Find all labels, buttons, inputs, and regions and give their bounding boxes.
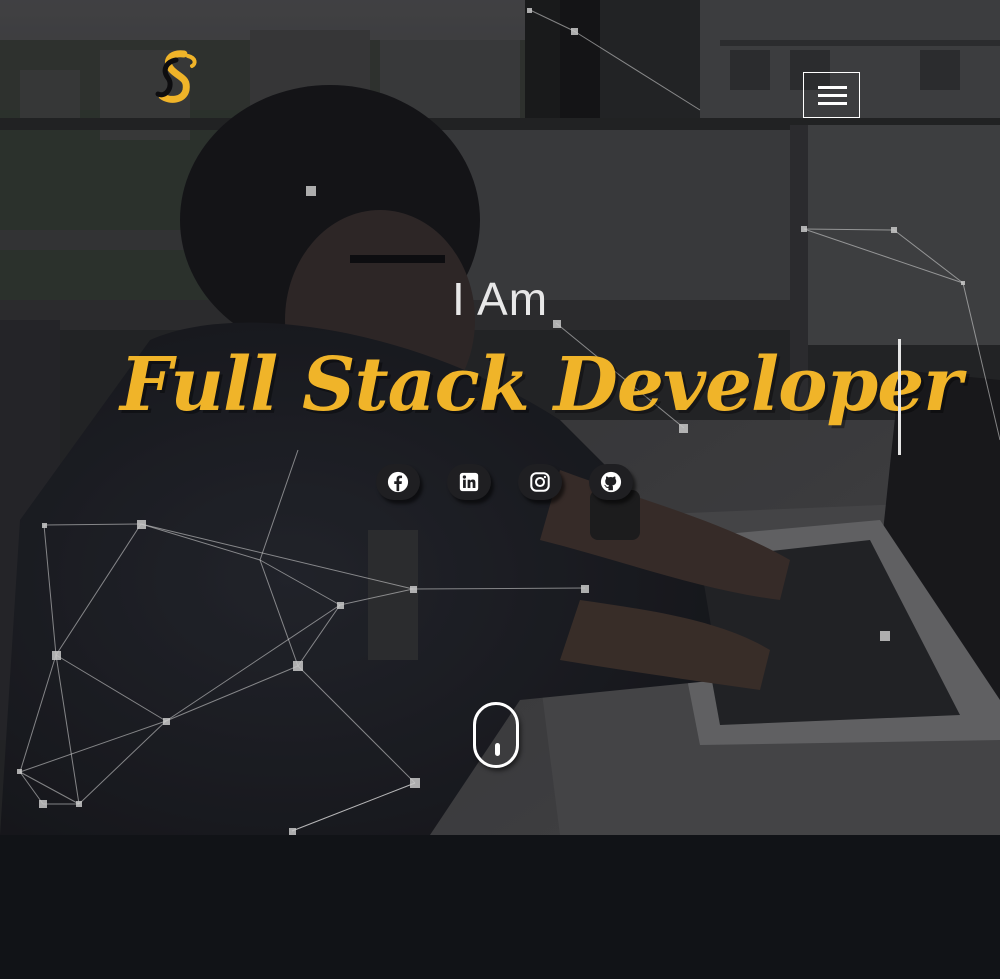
linkedin-icon <box>459 472 479 492</box>
hero-title: Full Stack Developer <box>120 342 962 428</box>
hero-section: I Am Full Stack Developer <box>0 0 1000 835</box>
facebook-icon <box>387 471 409 493</box>
social-links <box>376 464 646 502</box>
github-icon <box>600 471 622 493</box>
instagram-link[interactable] <box>518 464 562 500</box>
menu-button[interactable] <box>803 72 860 118</box>
hero-intro: I Am <box>451 273 549 325</box>
typing-cursor <box>898 339 901 455</box>
instagram-icon <box>530 472 550 492</box>
facebook-link[interactable] <box>376 464 420 500</box>
s-monogram-logo[interactable] <box>152 48 208 108</box>
scroll-down-indicator[interactable] <box>473 702 519 768</box>
next-section <box>0 835 1000 979</box>
github-link[interactable] <box>589 464 633 500</box>
linkedin-link[interactable] <box>447 464 491 500</box>
